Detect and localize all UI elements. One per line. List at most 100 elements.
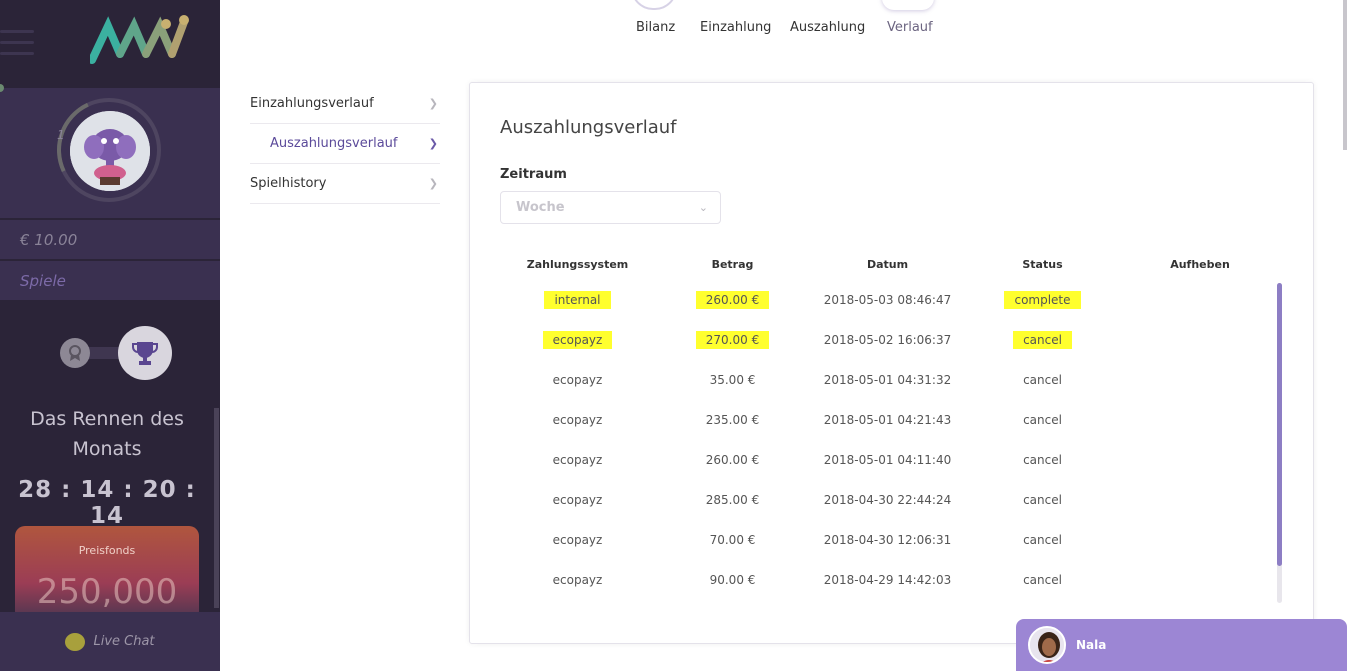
subnav-withdrawal-history[interactable]: Auszahlungsverlauf ❯ [250, 124, 440, 164]
amount-cell: 260.00 € [655, 440, 810, 480]
amount-cell-text: 260.00 € [705, 453, 760, 467]
date-cell-text: 2018-04-29 14:42:03 [823, 573, 952, 587]
amount-cell: 260.00 € [655, 280, 810, 320]
status-cell: cancel [965, 520, 1120, 560]
amount-cell: 90.00 € [655, 560, 810, 600]
cancel-cell [1120, 320, 1280, 360]
date-cell-text: 2018-05-02 16:06:37 [823, 333, 952, 347]
amount-cell-text: 285.00 € [705, 493, 760, 507]
amount-cell-text: 270.00 € [695, 331, 770, 349]
subnav-label: Auszahlungsverlauf [270, 136, 398, 151]
withdrawal-table: Zahlungssystem Betrag Datum Status Aufhe… [500, 248, 1280, 600]
col-header-amount[interactable]: Betrag [655, 248, 810, 280]
date-cell: 2018-05-01 04:11:40 [810, 440, 965, 480]
col-header-cancel[interactable]: Aufheben [1120, 248, 1280, 280]
table-row: ecopayz 270.00 € 2018-05-02 16:06:37 cancel [500, 320, 1280, 360]
status-cell-text: cancel [1023, 453, 1062, 467]
withdrawal-history-panel: Auszahlungsverlauf Zeitraum Woche ⌄ Zahl… [469, 82, 1314, 644]
payment-system-cell-text: ecopayz [542, 331, 613, 349]
race-section: Das Rennen des Monats 28 : 14 : 20 : 14 … [0, 300, 220, 621]
brand-logo[interactable] [90, 14, 190, 64]
amount-cell: 285.00 € [655, 480, 810, 520]
payment-system-cell-text: ecopayz [552, 533, 603, 547]
tab-bilanz[interactable]: Bilanz [636, 20, 675, 35]
history-subnav: Einzahlungsverlauf ❯ Auszahlungsverlauf … [250, 84, 440, 204]
amount-cell: 270.00 € [655, 320, 810, 360]
amount-cell: 235.00 € [655, 400, 810, 440]
page-scrollbar[interactable] [1343, 0, 1347, 150]
col-header-status[interactable]: Status [965, 248, 1120, 280]
date-cell: 2018-04-29 14:42:03 [810, 560, 965, 600]
chevron-right-icon: ❯ [428, 177, 438, 190]
date-cell-text: 2018-04-30 22:44:24 [823, 493, 952, 507]
table-scrollbar-thumb[interactable] [1277, 283, 1282, 566]
medal-icon[interactable] [60, 338, 90, 368]
date-cell-text: 2018-04-30 12:06:31 [823, 533, 952, 547]
status-cell: cancel [965, 440, 1120, 480]
payment-system-cell-text: ecopayz [552, 413, 603, 427]
subnav-game-history[interactable]: Spielhistory ❯ [250, 164, 440, 204]
profile-card: 1 [0, 83, 220, 218]
balance-tab-icon [631, 0, 677, 10]
level-number: 1 [57, 128, 65, 142]
payment-system-cell: ecopayz [500, 560, 655, 600]
period-select[interactable]: Woche ⌄ [500, 191, 721, 224]
agent-portrait-icon [1030, 628, 1064, 662]
date-cell: 2018-05-02 16:06:37 [810, 320, 965, 360]
amount-cell-text: 90.00 € [709, 573, 756, 587]
status-cell-text: cancel [1013, 331, 1072, 349]
tab-einzahlung[interactable]: Einzahlung [700, 20, 771, 35]
payment-system-cell-text: internal [544, 291, 611, 309]
status-cell: cancel [965, 320, 1120, 360]
panel-title: Auszahlungsverlauf [500, 117, 677, 138]
period-label: Zeitraum [500, 167, 567, 182]
live-chat-label: Live Chat [93, 634, 155, 649]
amount-cell: 35.00 € [655, 360, 810, 400]
corner-dot-icon [0, 84, 4, 92]
table-header-row: Zahlungssystem Betrag Datum Status Aufhe… [500, 248, 1280, 280]
sidebar-scrollbar[interactable] [214, 408, 219, 608]
tab-auszahlung[interactable]: Auszahlung [790, 20, 865, 35]
amount-cell-text: 260.00 € [695, 291, 770, 309]
payment-system-cell-text: ecopayz [552, 453, 603, 467]
col-header-payment-system[interactable]: Zahlungssystem [500, 248, 655, 280]
live-chat-button[interactable]: Live Chat [0, 612, 220, 671]
race-title-line2: Monats [72, 438, 142, 460]
payment-system-cell: ecopayz [500, 480, 655, 520]
race-title-line1: Das Rennen des [30, 408, 184, 430]
chevron-right-icon: ❯ [428, 137, 438, 150]
status-cell-text: cancel [1023, 373, 1062, 387]
status-cell: cancel [965, 400, 1120, 440]
trophy-icon[interactable] [118, 326, 172, 380]
cancel-cell [1120, 560, 1280, 600]
payment-system-cell: internal [500, 280, 655, 320]
payment-system-cell: ecopayz [500, 520, 655, 560]
games-row[interactable]: Spiele [0, 260, 220, 300]
race-timer: 28 : 14 : 20 : 14 [18, 477, 196, 529]
menu-icon[interactable] [0, 30, 34, 63]
status-cell: complete [965, 280, 1120, 320]
date-cell: 2018-05-03 08:46:47 [810, 280, 965, 320]
col-header-date[interactable]: Datum [810, 248, 965, 280]
payment-system-cell-text: ecopayz [552, 373, 603, 387]
table-scrollbar[interactable] [1277, 283, 1282, 603]
status-cell: cancel [965, 560, 1120, 600]
status-cell-text: cancel [1023, 413, 1062, 427]
tab-verlauf[interactable]: Verlauf [887, 20, 933, 35]
status-cell-text: cancel [1023, 573, 1062, 587]
date-cell: 2018-04-30 12:06:31 [810, 520, 965, 560]
chat-bubble-icon [65, 632, 86, 651]
table-row: ecopayz 70.00 € 2018-04-30 12:06:31 cancel [500, 520, 1280, 560]
logo-bar [0, 0, 220, 88]
support-chat-widget[interactable]: Nala [1016, 619, 1347, 671]
table-row: ecopayz 90.00 € 2018-04-29 14:42:03 cancel [500, 560, 1280, 600]
table-row: ecopayz 285.00 € 2018-04-30 22:44:24 cancel [500, 480, 1280, 520]
subnav-label: Einzahlungsverlauf [250, 96, 374, 111]
balance-row[interactable]: € 10.00 [0, 219, 220, 259]
prize-card[interactable]: Preisfonds 250,000 [15, 526, 199, 621]
date-cell-text: 2018-05-01 04:21:43 [823, 413, 952, 427]
chevron-right-icon: ❯ [428, 97, 438, 110]
amount-cell-text: 35.00 € [709, 373, 756, 387]
avatar[interactable] [70, 111, 150, 191]
subnav-deposit-history[interactable]: Einzahlungsverlauf ❯ [250, 84, 440, 124]
